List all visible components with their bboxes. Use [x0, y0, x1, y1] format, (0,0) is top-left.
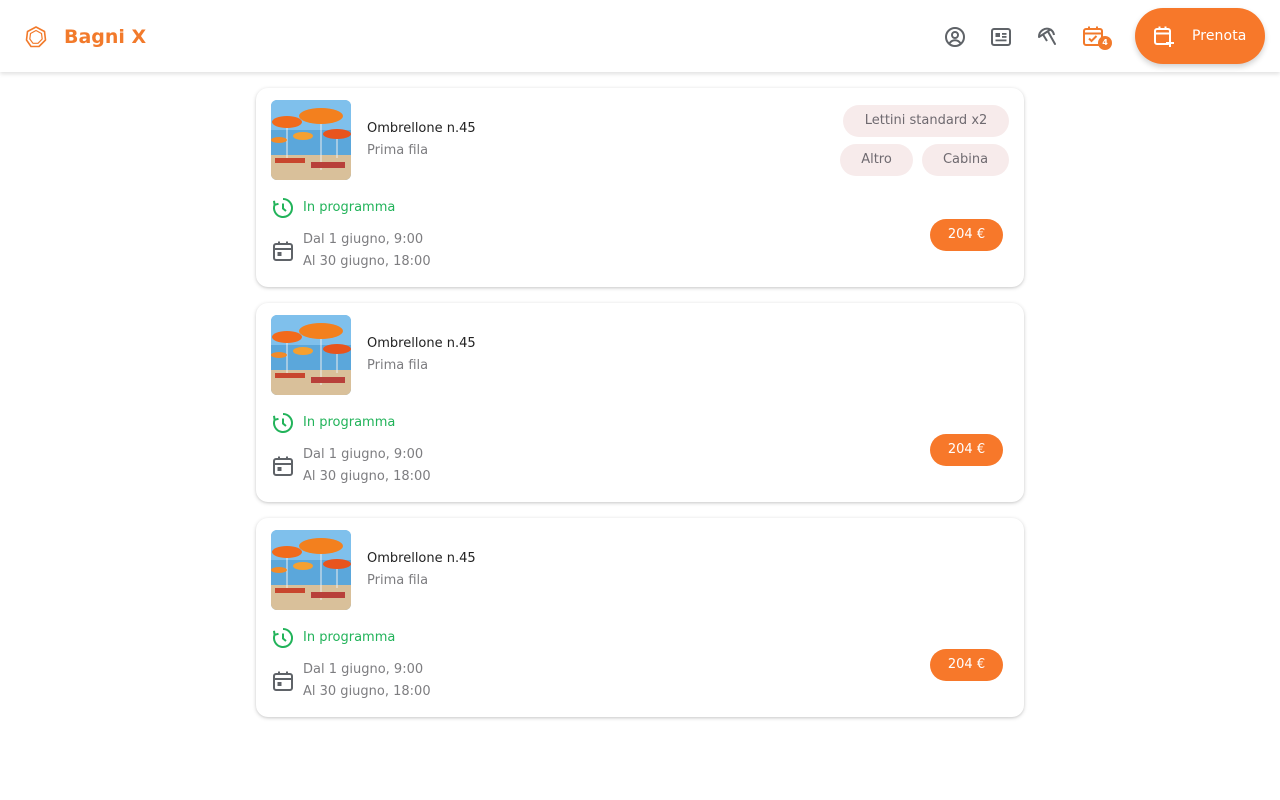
date-from: Dal 1 giugno, 9:00 — [303, 232, 424, 247]
date-to: Al 30 giugno, 18:00 — [303, 469, 431, 484]
price-button[interactable]: 204 € — [930, 434, 1003, 466]
booking-title: Ombrellone n.45 — [367, 551, 476, 566]
extra-chip: Altro — [840, 144, 913, 176]
beach-umbrellas-photo — [271, 530, 351, 610]
price-button[interactable]: 204 € — [930, 649, 1003, 681]
booking-subtitle: Prima fila — [367, 143, 429, 158]
extra-chip: Lettini standard x2 — [843, 105, 1009, 137]
calendar-plus-icon — [1154, 26, 1174, 47]
top-app-bar: Bagni X 4 Prenota — [0, 0, 1280, 72]
newspaper-icon[interactable] — [989, 25, 1013, 49]
clock-history-icon — [271, 196, 295, 220]
hexagon-logo-icon — [24, 25, 48, 49]
calendar-icon — [271, 239, 295, 263]
brand-name[interactable]: Bagni X — [64, 25, 146, 49]
beach-umbrella-icon[interactable] — [1035, 25, 1059, 49]
extra-chip: Cabina — [922, 144, 1009, 176]
status-label: In programma — [303, 200, 396, 215]
beach-umbrellas-photo — [271, 315, 351, 395]
booking-card[interactable]: Ombrellone n.45 Prima fila In programma … — [256, 303, 1024, 502]
status-label: In programma — [303, 415, 396, 430]
date-to: Al 30 giugno, 18:00 — [303, 254, 431, 269]
booking-card[interactable]: Ombrellone n.45 Prima fila Lettini stand… — [256, 88, 1024, 287]
booking-subtitle: Prima fila — [367, 358, 429, 373]
prenota-label: Prenota — [1192, 28, 1247, 44]
notification-badge: 4 — [1098, 36, 1112, 50]
clock-history-icon — [271, 411, 295, 435]
prenota-button[interactable]: Prenota — [1135, 8, 1265, 64]
booking-list: Ombrellone n.45 Prima fila Lettini stand… — [256, 88, 1024, 733]
booking-card[interactable]: Ombrellone n.45 Prima fila In programma … — [256, 518, 1024, 717]
booking-title: Ombrellone n.45 — [367, 336, 476, 351]
beach-umbrellas-photo — [271, 100, 351, 180]
calendar-icon — [271, 669, 295, 693]
calendar-icon — [271, 454, 295, 478]
date-to: Al 30 giugno, 18:00 — [303, 684, 431, 699]
date-from: Dal 1 giugno, 9:00 — [303, 447, 424, 462]
price-button[interactable]: 204 € — [930, 219, 1003, 251]
clock-history-icon — [271, 626, 295, 650]
account-circle-icon[interactable] — [943, 25, 967, 49]
booking-subtitle: Prima fila — [367, 573, 429, 588]
booking-title: Ombrellone n.45 — [367, 121, 476, 136]
date-from: Dal 1 giugno, 9:00 — [303, 662, 424, 677]
status-label: In programma — [303, 630, 396, 645]
